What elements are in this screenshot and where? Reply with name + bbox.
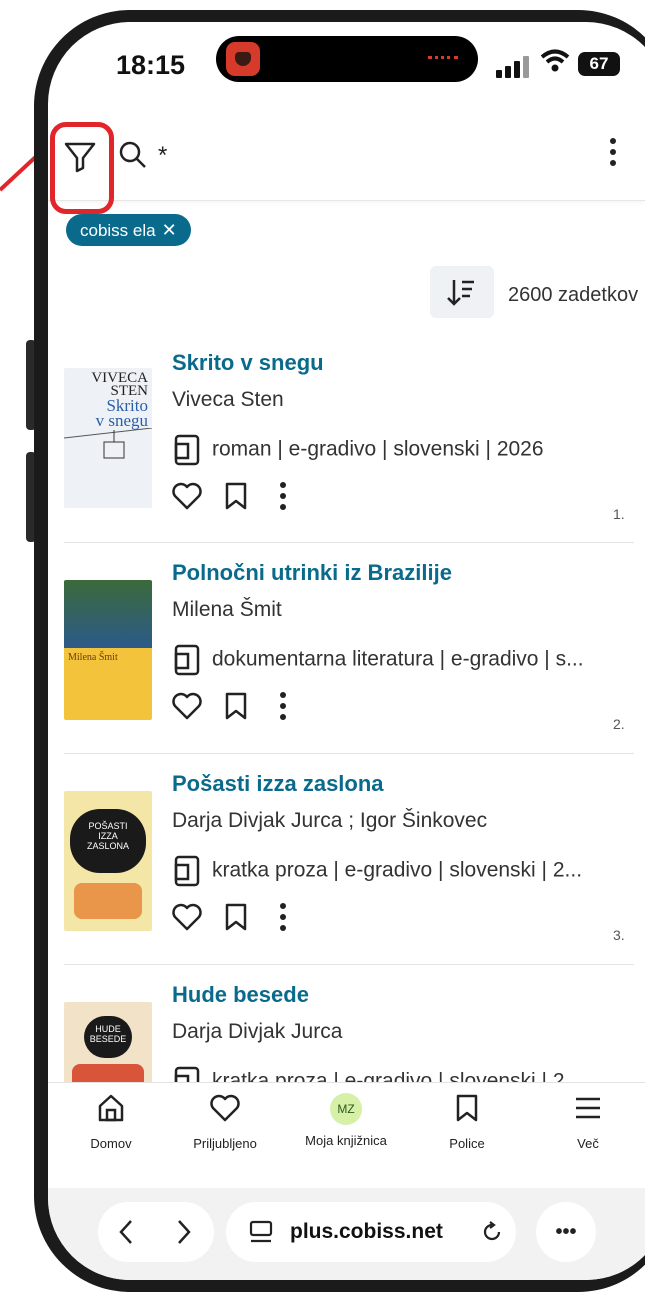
nav-item-moja-knjiznica[interactable]: MZ Moja knjižnica	[291, 1093, 401, 1148]
search-icon[interactable]	[118, 140, 148, 170]
item-meta: kratka proza | e-gradivo | slovenski | 2…	[212, 858, 583, 882]
more-options-icon[interactable]	[608, 138, 618, 174]
search-query[interactable]: *	[158, 142, 167, 170]
nav-item-domov[interactable]: Domov	[56, 1093, 166, 1151]
menu-icon	[576, 1097, 600, 1119]
url-bar[interactable]: plus.cobiss.net	[226, 1202, 516, 1262]
filter-chip-label: cobiss ela	[80, 221, 156, 240]
book-cover[interactable]: HUDE BESEDE	[64, 1002, 152, 1082]
more-options-icon[interactable]	[278, 903, 288, 933]
nav-label: Priljubljeno	[193, 1136, 257, 1151]
nav-item-vec[interactable]: Več	[533, 1093, 643, 1151]
heart-icon[interactable]	[172, 692, 202, 720]
heart-icon[interactable]	[172, 903, 202, 931]
item-author[interactable]: Darja Divjak Jurca	[172, 1020, 342, 1044]
item-meta: kratka proza | e-gradivo | slovenski | 2…	[212, 1069, 583, 1082]
more-options-icon[interactable]	[278, 482, 288, 512]
signal-icon	[496, 54, 536, 78]
back-button[interactable]	[98, 1202, 214, 1262]
ebook-icon	[174, 1066, 200, 1082]
cover-text: ZASLONA	[86, 841, 129, 851]
nav-label: Domov	[90, 1136, 132, 1151]
search-toolbar: *	[48, 112, 645, 214]
list-item[interactable]: HUDE BESEDE Hude besede Darja Divjak Jur…	[48, 982, 645, 1082]
item-author[interactable]: Darja Divjak Jurca ; Igor Šinkovec	[172, 809, 487, 833]
status-time: 18:15	[116, 50, 186, 80]
book-cover[interactable]: POŠASTI IZZA ZASLONA	[64, 791, 152, 931]
home-icon	[98, 1094, 124, 1122]
chevron-right-icon[interactable]	[174, 1217, 194, 1247]
filter-button[interactable]	[50, 122, 114, 214]
item-index: 3.	[613, 927, 625, 943]
item-meta: roman | e-gradivo | slovenski | 2026	[212, 437, 544, 461]
ebook-icon	[174, 855, 200, 887]
item-author[interactable]: Milena Šmit	[172, 598, 282, 622]
nav-item-priljubljeno[interactable]: Priljubljeno	[170, 1093, 280, 1151]
item-author[interactable]: Viveca Sten	[172, 388, 284, 412]
chevron-left-icon	[119, 1220, 132, 1244]
result-count: 2600 zadetkov	[508, 284, 639, 306]
bookmark-icon[interactable]	[224, 692, 248, 720]
battery-indicator: 67	[578, 52, 620, 76]
item-index: 2.	[613, 716, 625, 732]
cover-text: BESEDE	[89, 1034, 127, 1044]
cover-text: Milena Šmit	[68, 652, 118, 663]
activity-icon	[428, 56, 458, 63]
nav-item-police[interactable]: Police	[412, 1093, 522, 1151]
avatar: MZ	[330, 1093, 362, 1125]
tab-icon	[249, 1220, 273, 1243]
sort-button[interactable]	[430, 266, 494, 318]
book-cover[interactable]: VIVECA STEN Skrito v snegu	[64, 368, 152, 508]
status-bar: 18:15 67	[48, 22, 645, 104]
item-title[interactable]: Hude besede	[172, 982, 309, 1008]
cover-text: POŠASTI	[88, 821, 128, 831]
heart-icon[interactable]	[172, 482, 202, 510]
item-meta: dokumentarna literatura | e-gradivo | s.…	[212, 647, 584, 671]
nav-label: Moja knjižnica	[305, 1133, 387, 1148]
bookmark-icon[interactable]	[224, 482, 248, 510]
item-title[interactable]: Pošasti izza zaslona	[172, 771, 384, 797]
browser-bar: plus.cobiss.net •••	[48, 1188, 645, 1280]
wifi-icon	[540, 48, 570, 81]
sort-icon	[447, 280, 474, 306]
heart-icon	[210, 1094, 240, 1122]
bookmark-icon[interactable]	[224, 903, 248, 931]
url-text: plus.cobiss.net	[290, 1220, 443, 1243]
nav-label: Police	[449, 1136, 485, 1151]
divider	[64, 964, 634, 965]
cover-text: IZZA	[98, 831, 118, 841]
item-title[interactable]: Skrito v snegu	[172, 350, 324, 376]
ebook-icon	[174, 434, 200, 466]
more-button[interactable]: •••	[536, 1202, 596, 1262]
divider	[64, 542, 634, 543]
annotation-highlight-box	[50, 122, 114, 214]
nav-label: Več	[577, 1136, 599, 1151]
app-icon	[226, 42, 260, 76]
reload-icon[interactable]	[480, 1220, 504, 1244]
bottom-nav: Domov Priljubljeno MZ Moja knjižnica Pol…	[48, 1082, 645, 1189]
filter-chip[interactable]: cobiss ela ✕	[66, 214, 191, 246]
item-index: 1.	[613, 506, 625, 522]
divider	[64, 753, 634, 754]
bookmark-icon	[456, 1094, 478, 1122]
book-cover[interactable]: Milena Šmit	[64, 580, 152, 720]
item-title[interactable]: Polnočni utrinki iz Brazilije	[172, 560, 452, 586]
dynamic-island	[216, 36, 478, 82]
ebook-icon	[174, 644, 200, 676]
cover-text: HUDE	[95, 1024, 121, 1034]
close-icon[interactable]: ✕	[162, 220, 177, 240]
more-options-icon[interactable]	[278, 692, 288, 722]
phone-screen: 18:15 67 * cobiss ela ✕ 2600 zadetkov VI…	[48, 22, 645, 1280]
